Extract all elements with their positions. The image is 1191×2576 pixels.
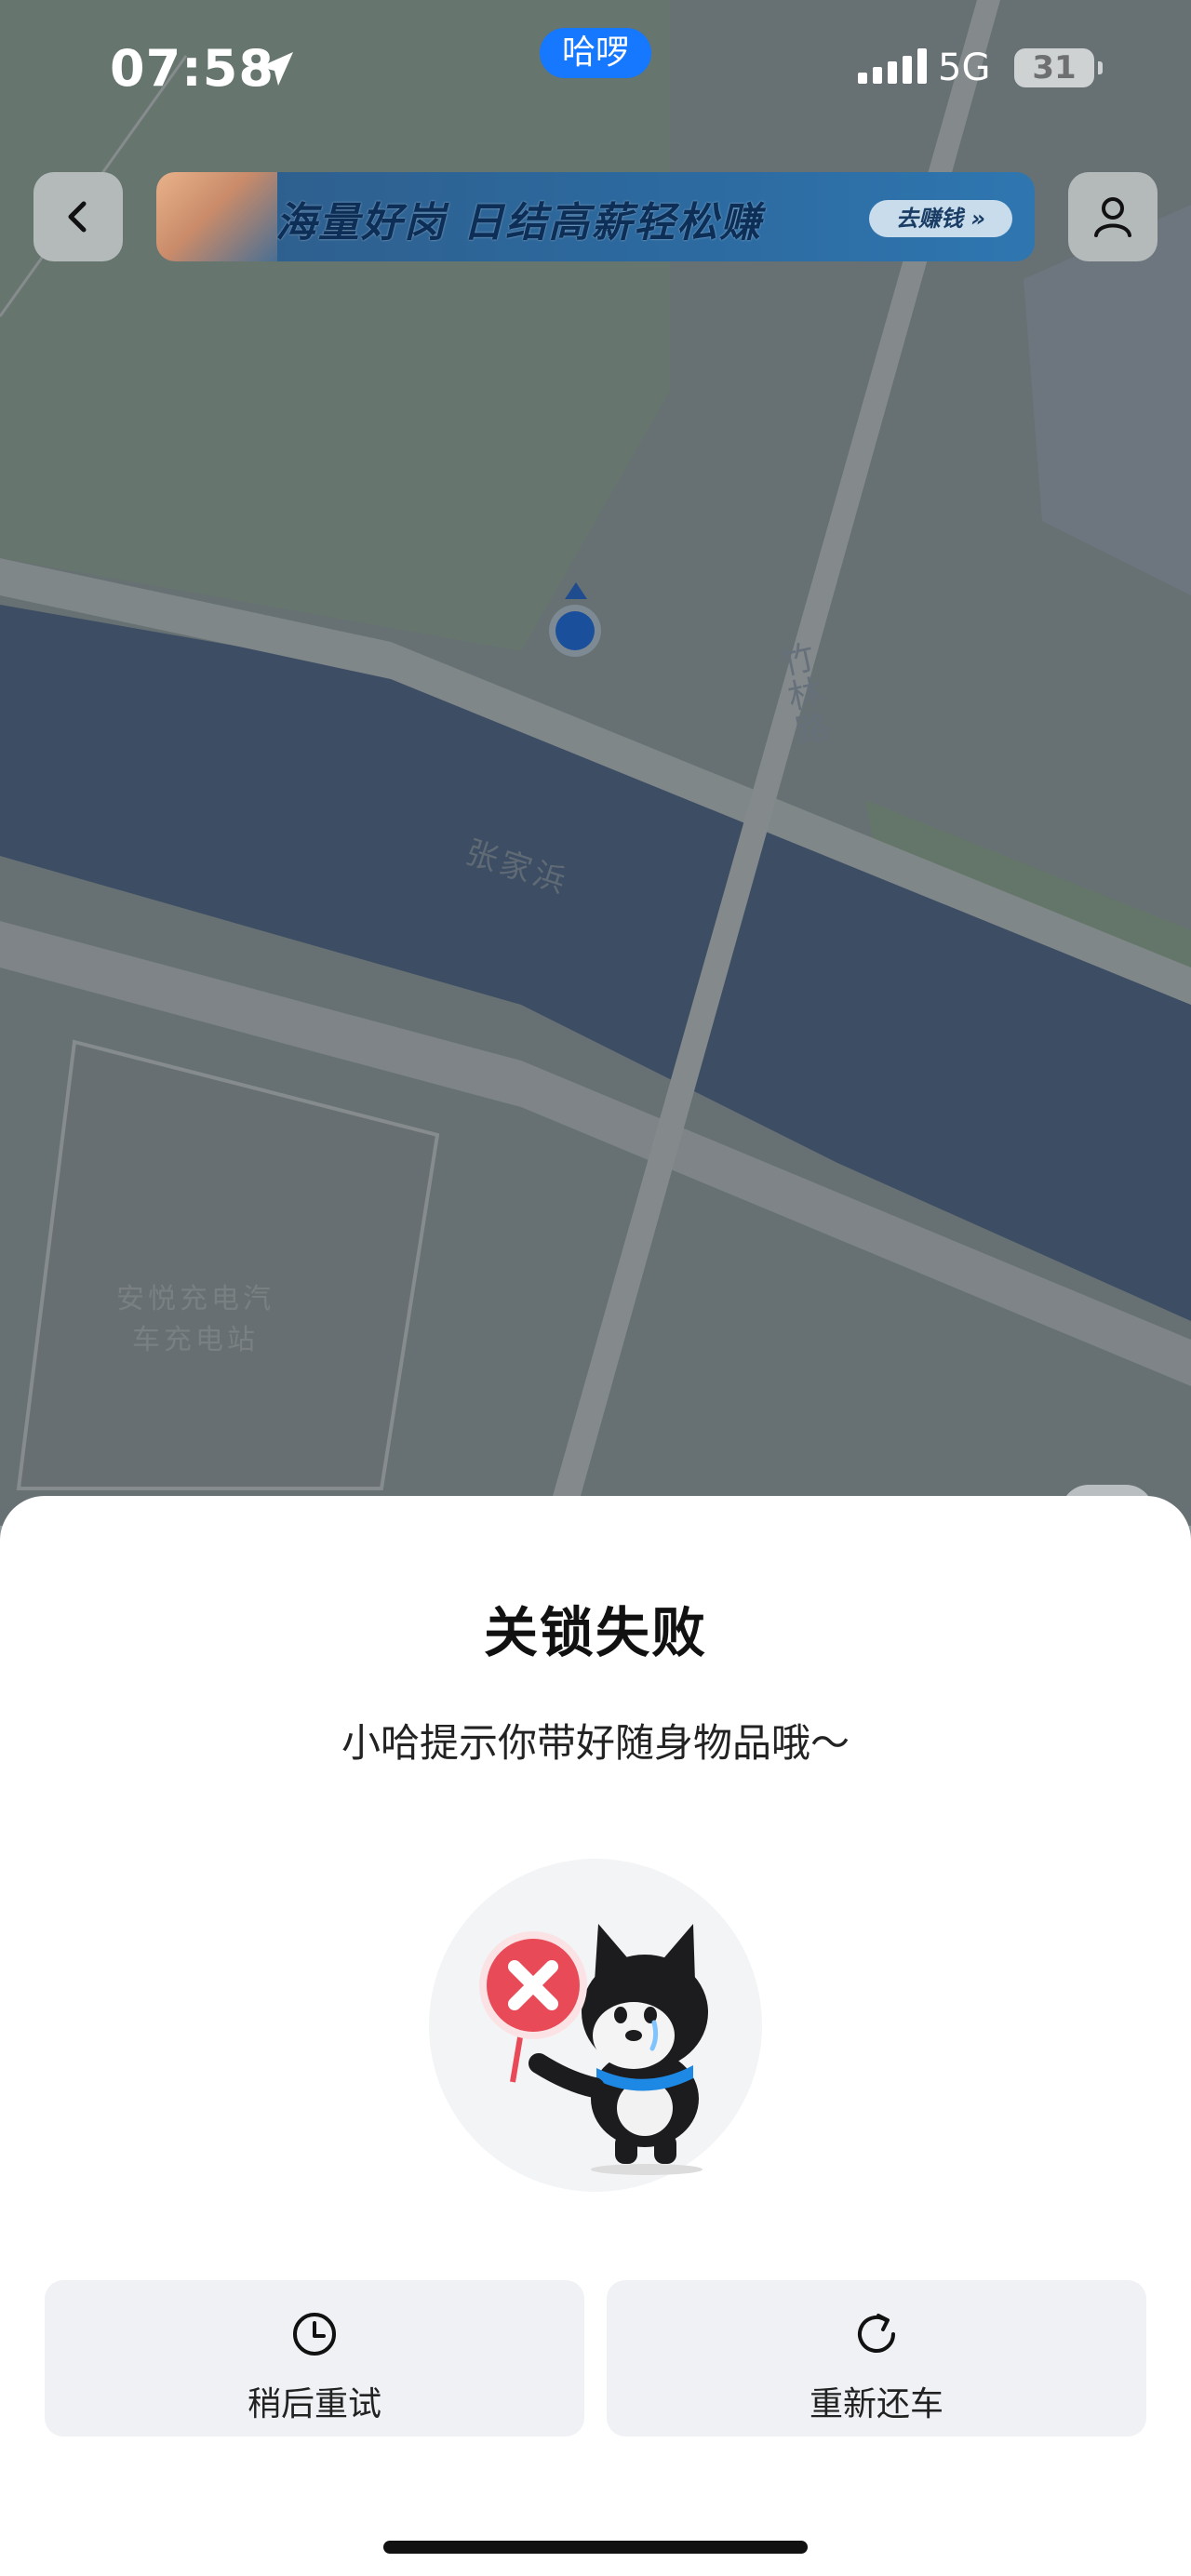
poi-label: 安悦充电汽车充电站 (116, 1283, 274, 1356)
home-indicator[interactable] (383, 2541, 808, 2554)
promo-banner[interactable]: 海量好岗 日结高薪轻松赚 去赚钱 » (156, 172, 1035, 261)
battery-icon: 31 (1014, 48, 1094, 87)
return-bike-again-label: 重新还车 (809, 2385, 943, 2423)
return-bike-again-button[interactable]: 重新还车 (607, 2280, 1146, 2436)
chevron-left-icon (68, 201, 87, 233)
battery-tip (1098, 61, 1103, 74)
lock-failure-sheet: 关锁失败 小哈提示你带好随身物品哦～ 稍后重试 重新还车 (0, 1496, 1191, 2576)
status-bar: 07:58 哈啰 5G 31 (0, 0, 1191, 140)
banner-cta-button[interactable]: 去赚钱 » (869, 200, 1012, 237)
clock-icon (293, 2313, 336, 2356)
app-pill[interactable]: 哈啰 (540, 28, 651, 78)
dialog-title: 关锁失败 (483, 1601, 707, 1664)
banner-text: 海量好岗 日结高薪轻松赚 (275, 199, 763, 247)
heading-arrow-icon (565, 582, 587, 599)
profile-button[interactable] (1068, 172, 1158, 261)
network-type: 5G (938, 47, 991, 89)
signal-icon (858, 48, 927, 84)
refresh-icon (858, 2314, 895, 2353)
battery-level: 31 (1032, 49, 1077, 87)
location-services-icon (260, 52, 293, 86)
retry-later-label: 稍后重试 (247, 2385, 381, 2423)
clock: 07:58 (110, 39, 274, 98)
husky-mascot-error-illustration (479, 1924, 708, 2175)
user-icon (1094, 197, 1131, 237)
back-button[interactable] (33, 172, 123, 261)
retry-later-button[interactable]: 稍后重试 (45, 2280, 584, 2436)
current-location-marker (549, 605, 601, 657)
banner-cyclist-image (156, 172, 277, 261)
dialog-message: 小哈提示你带好随身物品哦～ (341, 1720, 850, 1766)
